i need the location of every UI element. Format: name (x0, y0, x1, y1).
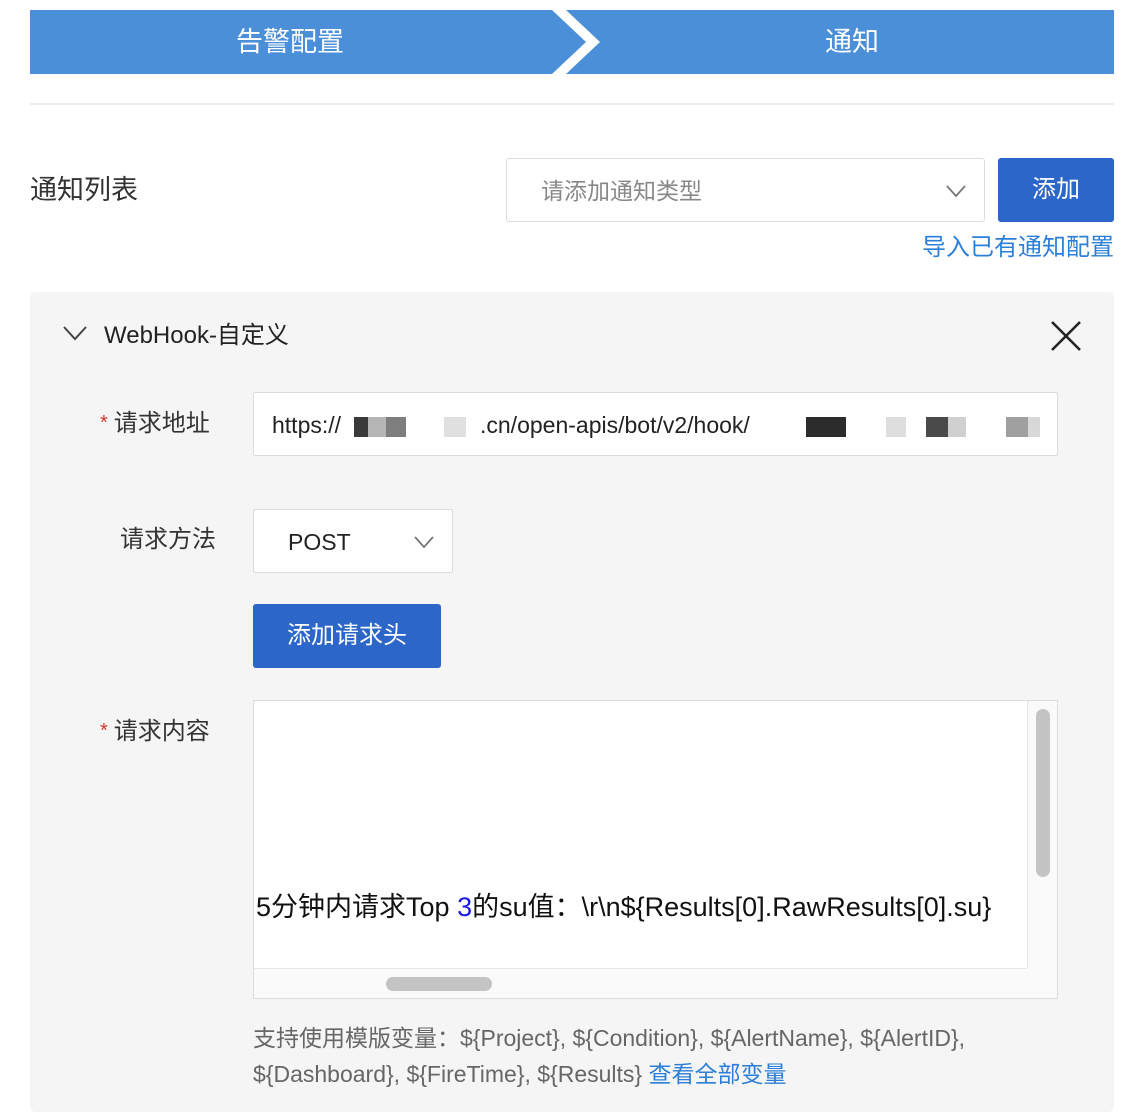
redacted-block (926, 417, 948, 437)
url-prefix: https:// (272, 412, 342, 438)
divider (30, 103, 1114, 105)
chevron-down-icon (946, 185, 966, 198)
content-textarea[interactable]: 5分钟内请求Top 3的su值：\r\n${Results[0].RawResu… (253, 700, 1058, 999)
url-label: * 请求地址 (100, 410, 210, 437)
redacted-block (1006, 417, 1028, 437)
panel-title: WebHook-自定义 (104, 322, 289, 349)
content-line: 5分钟内请求Top 3的su值：\r\n${Results[0].RawResu… (256, 892, 992, 922)
chevron-down-icon (414, 536, 434, 549)
step-notification[interactable]: 通知 (590, 10, 1114, 74)
steps-bar: 告警配置 通知 (30, 10, 1114, 74)
import-config-link[interactable]: 导入已有通知配置 (922, 230, 1114, 266)
method-select[interactable]: POST (253, 509, 453, 573)
template-variables-help: 支持使用模版变量：${Project}, ${Condition}, ${Ale… (253, 1025, 966, 1087)
redacted-block (368, 417, 386, 437)
content-label: * 请求内容 (100, 718, 210, 745)
vertical-scrollbar[interactable] (1027, 701, 1057, 969)
add-button[interactable]: 添加 (998, 158, 1114, 222)
url-input[interactable]: https:// .cn/open-apis/bot/v2/hook/ (253, 392, 1058, 456)
add-header-button[interactable]: 添加请求头 (253, 604, 441, 668)
redacted-block (948, 417, 966, 437)
notification-type-select[interactable]: 请添加通知类型 (506, 158, 985, 222)
redacted-block (444, 417, 466, 437)
step-alert-config[interactable]: 告警配置 (30, 10, 550, 74)
redacted-block (386, 417, 406, 437)
redacted-block (354, 417, 368, 437)
horizontal-scrollbar[interactable] (254, 968, 1027, 998)
notification-list-title: 通知列表 (30, 175, 138, 205)
horizontal-scroll-thumb[interactable] (386, 977, 492, 991)
view-all-variables-link[interactable]: 查看全部变量 (649, 1061, 787, 1087)
scroll-corner (1027, 968, 1057, 998)
method-value: POST (288, 529, 351, 555)
redacted-block (1028, 417, 1040, 437)
redacted-block (886, 417, 906, 437)
vertical-scroll-thumb[interactable] (1036, 709, 1050, 877)
notification-type-placeholder: 请添加通知类型 (541, 178, 702, 204)
method-label: 请求方法 (120, 526, 216, 553)
url-visible-part: .cn/open-apis/bot/v2/hook/ (480, 412, 750, 438)
redacted-block (806, 417, 846, 437)
chevron-down-icon[interactable] (62, 320, 88, 346)
close-icon[interactable] (1046, 316, 1086, 356)
